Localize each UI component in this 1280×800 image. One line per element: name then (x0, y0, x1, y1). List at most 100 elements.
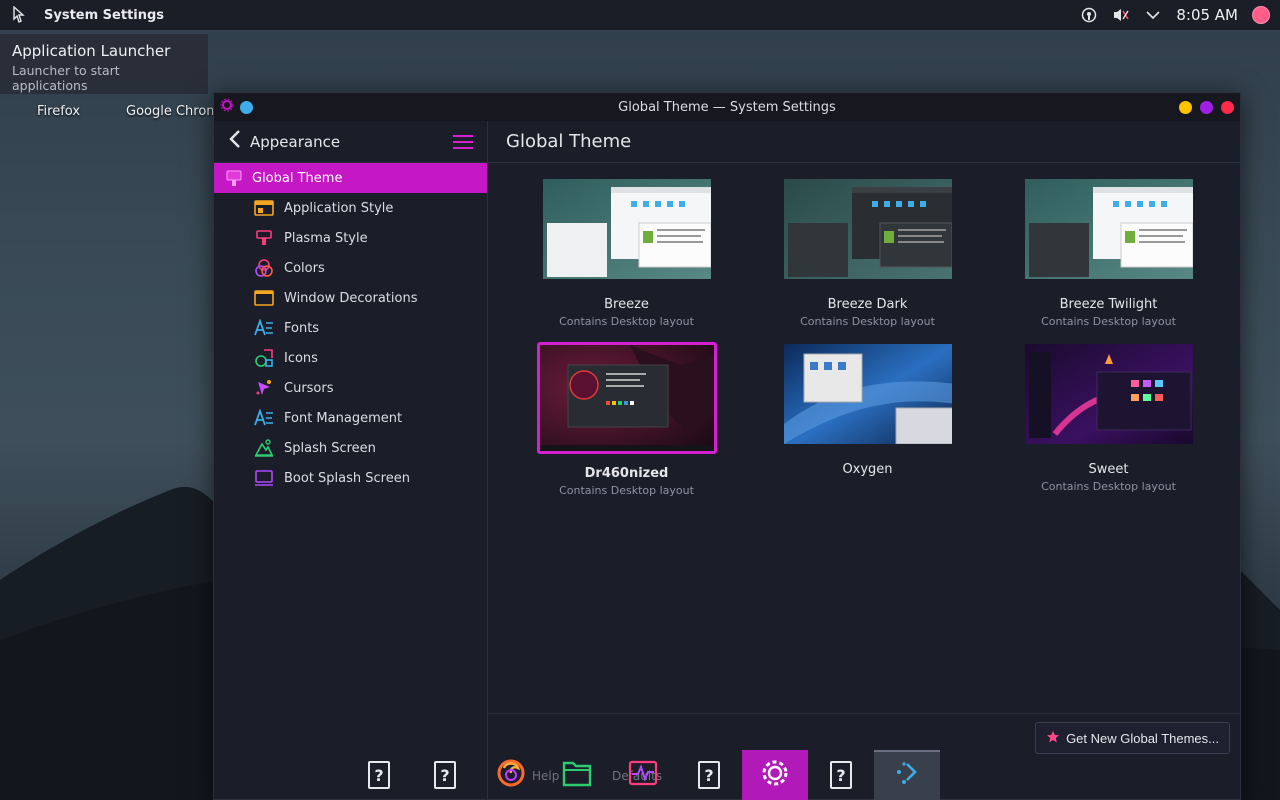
task-unknown-app-1[interactable]: ? (346, 750, 412, 800)
theme-grid: Breeze Contains Desktop layout Breeze Da… (506, 173, 1229, 497)
theme-subtitle: Contains Desktop layout (1041, 315, 1176, 328)
task-file-manager[interactable] (544, 750, 610, 800)
page-title: Global Theme (488, 121, 1240, 163)
sidebar-item-splash-screen[interactable]: Splash Screen (214, 433, 487, 463)
cursors-icon (254, 378, 274, 398)
sidebar-item-application-style[interactable]: Application Style (214, 193, 487, 223)
colors-icon (254, 258, 274, 278)
sidebar-item-label: Application Style (284, 200, 394, 216)
sidebar-item-plasma-style[interactable]: Plasma Style (214, 223, 487, 253)
fonts-icon (254, 318, 274, 338)
sidebar-item-fonts[interactable]: Fonts (214, 313, 487, 343)
task-firefox[interactable] (478, 750, 544, 800)
get-new-themes-label: Get New Global Themes... (1066, 730, 1219, 746)
unknown-app-icon: ? (830, 761, 852, 789)
theme-thumbnail[interactable] (782, 342, 954, 446)
sidebar-item-label: Fonts (284, 320, 320, 336)
close-button[interactable] (1221, 100, 1234, 114)
file-manager-icon (562, 759, 592, 791)
sidebar-item-label: Window Decorations (284, 290, 418, 306)
sidebar-category-title[interactable]: Appearance (250, 133, 340, 151)
sidebar-item-boot-splash-screen[interactable]: Boot Splash Screen (214, 463, 487, 493)
theme-card-breeze-twilight[interactable]: Breeze Twilight Contains Desktop layout (988, 173, 1229, 328)
system-settings-window: Global Theme — System Settings Appearanc… (213, 92, 1241, 800)
theme-card-breeze[interactable]: Breeze Contains Desktop layout (506, 173, 747, 328)
theme-subtitle: Contains Desktop layout (559, 484, 694, 497)
sidebar-item-font-management[interactable]: Font Management (214, 403, 487, 433)
sidebar-item-colors[interactable]: Colors (214, 253, 487, 283)
chevron-down-icon[interactable] (1144, 6, 1162, 24)
unknown-app-icon: ? (368, 761, 390, 789)
theme-thumbnail[interactable] (1023, 177, 1195, 281)
sidebar-item-label: Font Management (284, 410, 403, 426)
network-icon[interactable] (1080, 6, 1098, 24)
sidebar-header: Appearance (214, 121, 487, 163)
theme-thumbnail[interactable] (782, 177, 954, 281)
volume-muted-icon[interactable] (1112, 6, 1130, 24)
sidebar-list: Global Theme Application Style Plasma St… (214, 163, 487, 493)
sidebar-item-global-theme[interactable]: Global Theme (214, 163, 487, 193)
back-chevron-icon[interactable] (228, 129, 242, 155)
maximize-button[interactable] (1200, 100, 1213, 114)
pin-button[interactable] (240, 100, 253, 114)
minimize-button[interactable] (1179, 100, 1192, 114)
sidebar-item-window-decorations[interactable]: Window Decorations (214, 283, 487, 313)
icons-icon (254, 348, 274, 368)
star-icon (1046, 730, 1060, 747)
unknown-app-icon: ? (434, 761, 456, 789)
system-monitor-icon (628, 760, 658, 790)
theme-name: Breeze Twilight (1059, 297, 1158, 312)
sidebar-item-label: Cursors (284, 380, 334, 396)
application-style-icon (254, 198, 274, 218)
system-tray: 8:05 AM (1080, 6, 1270, 24)
sidebar-item-label: Splash Screen (284, 440, 376, 456)
theme-name: Oxygen (842, 462, 893, 477)
application-launcher-icon[interactable] (10, 6, 28, 24)
taskbar: ? ? ? ? (346, 750, 940, 800)
user-avatar[interactable] (1252, 6, 1270, 24)
sidebar-item-label: Boot Splash Screen (284, 470, 410, 486)
task-system-monitor[interactable] (610, 750, 676, 800)
sidebar-item-label: Colors (284, 260, 325, 276)
theme-name: Breeze Dark (827, 297, 908, 312)
desktop-icon-chrome[interactable]: Google Chrom (126, 104, 219, 119)
desktop-icon-label: Google Chrom (126, 104, 219, 119)
settings-sidebar: Appearance Global Theme Application Styl… (214, 121, 488, 799)
task-system-settings[interactable] (742, 750, 808, 800)
unknown-app-icon: ? (698, 761, 720, 789)
theme-card-dr460nized[interactable]: Dr460nized Contains Desktop layout (506, 338, 747, 497)
plasma-style-icon (254, 228, 274, 248)
get-new-themes-button[interactable]: Get New Global Themes... (1035, 722, 1230, 754)
theme-name: Breeze (604, 297, 649, 312)
window-titlebar[interactable]: Global Theme — System Settings (214, 93, 1240, 121)
task-kde-connect[interactable] (874, 750, 940, 800)
sidebar-item-label: Icons (284, 350, 318, 366)
global-theme-icon (224, 168, 244, 188)
hamburger-menu-icon[interactable] (453, 134, 473, 149)
desktop-icon-firefox[interactable]: Firefox (37, 104, 80, 119)
window-app-icon[interactable] (220, 98, 234, 116)
theme-thumbnail[interactable] (1023, 342, 1195, 446)
clock[interactable]: 8:05 AM (1176, 6, 1238, 24)
theme-name: Sweet (1088, 462, 1129, 477)
sidebar-item-icons[interactable]: Icons (214, 343, 487, 373)
window-title: Global Theme — System Settings (618, 99, 836, 115)
theme-card-oxygen[interactable]: Oxygen (747, 338, 988, 497)
main-content: Global Theme Breeze Contains Desktop lay… (488, 121, 1240, 799)
theme-card-breeze-dark[interactable]: Breeze Dark Contains Desktop layout (747, 173, 988, 328)
theme-card-sweet[interactable]: Sweet Contains Desktop layout (988, 338, 1229, 497)
kde-connect-icon (893, 760, 921, 792)
theme-thumbnail[interactable] (536, 342, 717, 454)
system-settings-icon (760, 758, 790, 792)
task-unknown-app-2[interactable]: ? (412, 750, 478, 800)
theme-thumbnail[interactable] (541, 177, 713, 281)
tooltip-subtitle: Launcher to start applications (12, 63, 120, 93)
task-unknown-app-4[interactable]: ? (808, 750, 874, 800)
window-decorations-icon (254, 288, 274, 308)
boot-splash-screen-icon (254, 468, 274, 488)
task-unknown-app-3[interactable]: ? (676, 750, 742, 800)
active-app-title: System Settings (44, 7, 165, 23)
theme-subtitle: Contains Desktop layout (800, 315, 935, 328)
desktop-icon-label: Firefox (37, 104, 81, 119)
sidebar-item-cursors[interactable]: Cursors (214, 373, 487, 403)
